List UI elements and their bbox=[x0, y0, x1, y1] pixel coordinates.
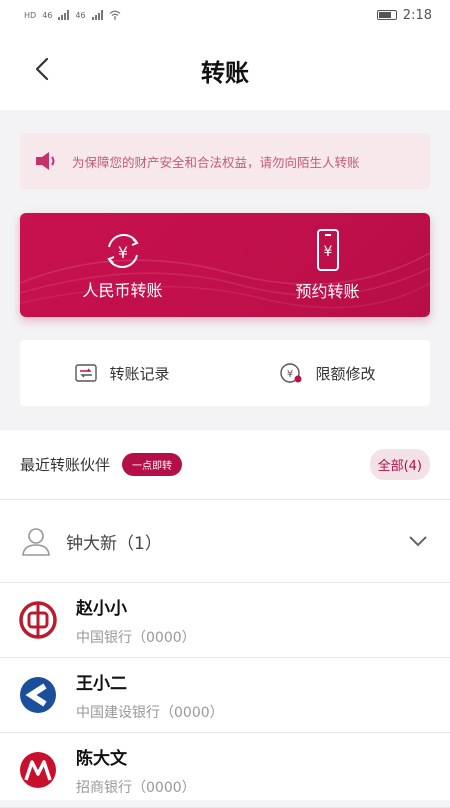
clock: 2:18 bbox=[402, 7, 432, 23]
contact-item[interactable]: 陈大文 招商银行（0000） bbox=[0, 733, 450, 808]
signal-icon-2 bbox=[91, 10, 103, 20]
status-bar: HD 46 46 2:18 bbox=[0, 0, 450, 30]
yuan-exchange-icon: ¥ bbox=[106, 233, 139, 269]
chevron-down-icon bbox=[409, 536, 427, 547]
limit-edit-icon: ¥ bbox=[280, 363, 302, 383]
network-label-2: 46 bbox=[75, 10, 86, 20]
contact-bank: 中国建设银行（0000） bbox=[76, 704, 224, 721]
limit-edit-button[interactable]: ¥ 限额修改 bbox=[225, 340, 430, 406]
contact-group[interactable]: 钟大新（1） bbox=[0, 500, 450, 583]
network-label: 46 bbox=[42, 10, 53, 20]
quick-actions: 转账记录 ¥ 限额修改 bbox=[20, 340, 430, 406]
svg-text:¥: ¥ bbox=[323, 244, 332, 260]
signal-icon bbox=[58, 10, 70, 20]
contact-item[interactable]: 王小二 中国建设银行（0000） bbox=[0, 658, 450, 733]
contact-name: 赵小小 bbox=[76, 598, 127, 619]
bank-of-china-logo bbox=[19, 601, 57, 639]
contact-info: 赵小小 中国银行（0000） bbox=[76, 594, 196, 647]
status-right: 2:18 bbox=[376, 7, 432, 23]
contact-bank: 招商银行（0000） bbox=[76, 779, 196, 796]
contact-name: 王小二 bbox=[76, 673, 127, 694]
rmb-transfer-button[interactable]: ¥ 人民币转账 bbox=[20, 213, 225, 317]
top-section: 为保障您的财产安全和合法权益，请勿向陌生人转账 ¥ 人民币转账 ¥ 预约转账 转… bbox=[0, 110, 450, 430]
transfer-record-button[interactable]: 转账记录 bbox=[20, 340, 225, 406]
battery-icon bbox=[376, 10, 397, 20]
page-header: 转账 bbox=[0, 30, 450, 110]
contact-item[interactable]: 赵小小 中国银行（0000） bbox=[0, 583, 450, 658]
status-left: HD 46 46 bbox=[24, 10, 121, 20]
svg-text:¥: ¥ bbox=[117, 243, 127, 262]
transfer-record-icon bbox=[75, 364, 98, 382]
scheduled-transfer-label: 预约转账 bbox=[295, 282, 360, 301]
view-all-button[interactable]: 全部(4) bbox=[369, 449, 430, 480]
person-icon bbox=[22, 528, 50, 556]
transfer-record-label: 转账记录 bbox=[109, 364, 170, 383]
contact-name: 陈大文 bbox=[76, 748, 127, 769]
scheduled-transfer-button[interactable]: ¥ 预约转账 bbox=[225, 213, 430, 317]
transfer-banner: ¥ 人民币转账 ¥ 预约转账 bbox=[20, 213, 430, 317]
group-name: 钟大新（1） bbox=[66, 533, 162, 554]
recent-title: 最近转账伙伴 bbox=[20, 456, 111, 474]
security-notice: 为保障您的财产安全和合法权益，请勿向陌生人转账 bbox=[20, 133, 430, 189]
contact-bank: 中国银行（0000） bbox=[76, 629, 196, 646]
page-title: 转账 bbox=[201, 58, 249, 87]
contact-info: 王小二 中国建设银行（0000） bbox=[76, 669, 224, 722]
recent-header: 最近转账伙伴 一点即转 全部(4) bbox=[0, 430, 450, 500]
one-tap-transfer-pill[interactable]: 一点即转 bbox=[122, 453, 183, 476]
back-arrow-icon[interactable] bbox=[30, 54, 54, 84]
recent-section: 最近转账伙伴 一点即转 全部(4) 钟大新（1） 赵小小 中国银行（0000） bbox=[0, 430, 450, 808]
phone-yuan-icon: ¥ bbox=[316, 229, 339, 271]
cmb-logo bbox=[20, 752, 56, 788]
notice-text: 为保障您的财产安全和合法权益，请勿向陌生人转账 bbox=[72, 154, 360, 170]
wifi-icon bbox=[109, 10, 120, 20]
limit-edit-label: 限额修改 bbox=[315, 364, 376, 383]
contact-info: 陈大文 招商银行（0000） bbox=[76, 744, 196, 797]
hd-label: HD bbox=[24, 10, 37, 20]
rmb-transfer-label: 人民币转账 bbox=[82, 281, 163, 300]
speaker-icon bbox=[36, 152, 55, 170]
ccb-logo bbox=[20, 677, 56, 713]
svg-text:¥: ¥ bbox=[287, 369, 293, 380]
